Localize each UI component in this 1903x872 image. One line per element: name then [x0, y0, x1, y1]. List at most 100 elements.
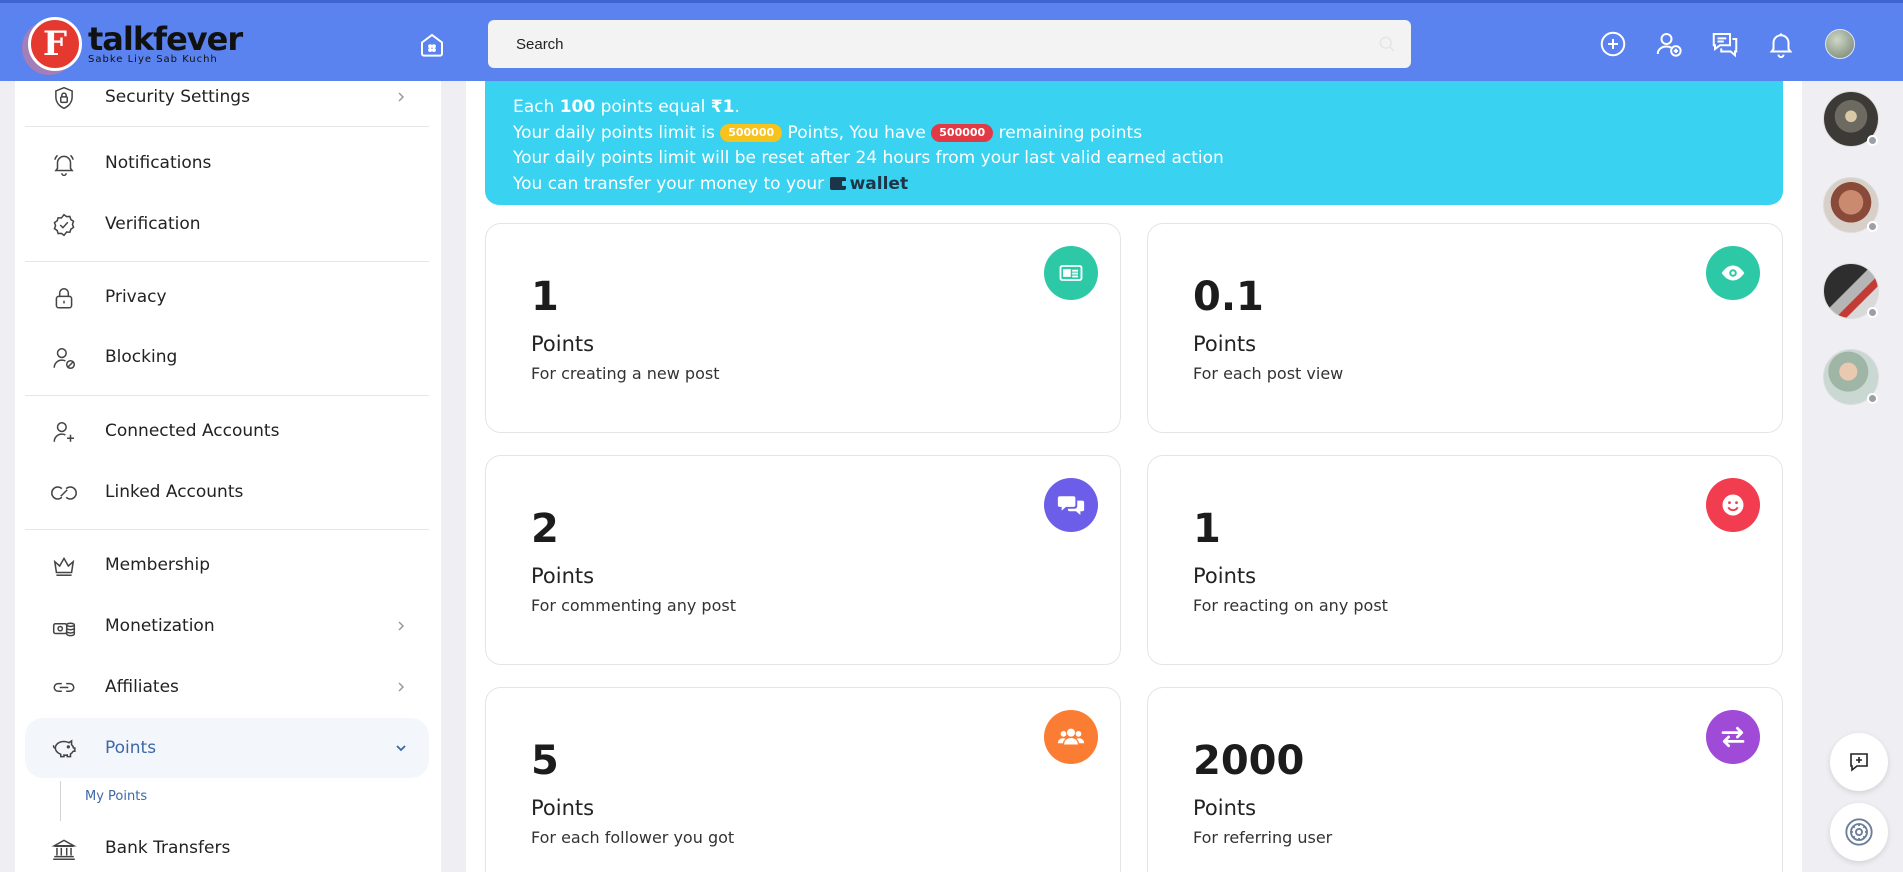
- site-logo[interactable]: F talkfever Sabke Liye Sab Kuchh: [28, 17, 243, 71]
- points-description: For creating a new post: [531, 364, 720, 383]
- home-icon: [421, 33, 443, 57]
- shield-lock-icon: [55, 86, 73, 110]
- points-info-banner: Each 100 points equal ₹1. Your daily poi…: [485, 81, 1783, 205]
- banner-line-transfer: You can transfer your money to your wall…: [513, 173, 909, 194]
- wallet-icon: [829, 176, 848, 190]
- sidebar-item-verification[interactable]: Verification: [25, 198, 429, 250]
- sidebar-item-label: Connected Accounts: [105, 421, 280, 441]
- points-description: For referring user: [1193, 828, 1333, 847]
- offline-status-dot: [1867, 307, 1878, 318]
- points-card-reacting: 1 Points For reacting on any post: [1147, 455, 1783, 665]
- points-unit: Points: [531, 332, 595, 356]
- points-value: 0.1: [1193, 274, 1264, 320]
- users-icon: [1044, 710, 1098, 764]
- points-value: 5: [531, 738, 559, 784]
- avatar[interactable]: [1825, 29, 1855, 59]
- settings-sidebar: Security Settings Notifications Verifica…: [15, 81, 441, 872]
- points-value: 1: [1193, 506, 1221, 552]
- bank-icon: [51, 839, 77, 861]
- sidebar-item-connected-accounts[interactable]: Connected Accounts: [25, 405, 429, 457]
- sidebar-item-blocking[interactable]: Blocking: [25, 331, 429, 383]
- settings-gear-icon: [1845, 818, 1873, 846]
- sidebar-item-privacy[interactable]: Privacy: [25, 271, 429, 323]
- sidebar-item-affiliates[interactable]: Affiliates: [25, 661, 429, 713]
- bell-icon: [54, 154, 74, 177]
- home-button[interactable]: [416, 29, 448, 61]
- sidebar-item-label: Privacy: [105, 287, 167, 307]
- messages-button[interactable]: [1708, 27, 1742, 61]
- newspaper-icon: [1044, 246, 1098, 300]
- points-card-new-post: 1 Points For creating a new post: [485, 223, 1121, 433]
- sidebar-item-monetization[interactable]: Monetization: [25, 600, 429, 652]
- logo-name: talkfever: [88, 20, 243, 58]
- points-value: 1: [531, 274, 559, 320]
- link-icon: [51, 486, 77, 500]
- offline-status-dot: [1867, 221, 1878, 232]
- settings-button[interactable]: [1830, 803, 1888, 861]
- wallet-link[interactable]: wallet: [829, 174, 908, 194]
- chevron-right-icon: [398, 92, 405, 102]
- money-icon: [52, 622, 76, 637]
- sidebar-item-bank-transfers[interactable]: Bank Transfers: [25, 822, 429, 872]
- banner-line-reset: Your daily points limit will be reset af…: [513, 148, 1224, 168]
- search-icon[interactable]: [1377, 34, 1397, 54]
- friend-requests-button[interactable]: [1652, 27, 1686, 61]
- offline-status-dot: [1867, 135, 1878, 146]
- affiliate-link-icon: [53, 682, 75, 693]
- add-user-icon: [1656, 33, 1682, 57]
- sidebar-subitem-my-points[interactable]: My Points: [85, 789, 147, 804]
- divider: [25, 395, 429, 396]
- online-users-rail: [1803, 81, 1903, 872]
- points-card-commenting: 2 Points For commenting any post: [485, 455, 1121, 665]
- points-unit: Points: [1193, 796, 1257, 820]
- sidebar-item-label: Membership: [105, 555, 211, 575]
- sidebar-item-points[interactable]: Points: [25, 718, 429, 778]
- sidebar-item-label: Points: [105, 738, 157, 758]
- sidebar-item-label: Linked Accounts: [105, 482, 244, 502]
- create-button[interactable]: [1596, 27, 1630, 61]
- sidebar-item-label: Blocking: [105, 347, 178, 367]
- messages-icon: [1712, 33, 1738, 58]
- sidebar-item-label: Security Settings: [105, 87, 250, 107]
- comments-icon: [1044, 478, 1098, 532]
- new-chat-icon: [1850, 753, 1868, 772]
- points-description: For each post view: [1193, 364, 1344, 383]
- sidebar-item-label: Verification: [105, 214, 201, 234]
- chevron-right-icon: [398, 621, 405, 631]
- sidebar-item-linked-accounts[interactable]: Linked Accounts: [25, 466, 429, 518]
- bell-icon: [1769, 33, 1793, 59]
- divider: [25, 126, 429, 127]
- points-main-panel: Each 100 points equal ₹1. Your daily poi…: [466, 81, 1802, 872]
- crown-icon: [53, 556, 75, 576]
- exchange-icon: [1706, 710, 1760, 764]
- divider: [25, 529, 429, 530]
- offline-status-dot: [1867, 393, 1878, 404]
- lock-icon: [55, 288, 73, 309]
- piggy-bank-icon: [52, 739, 76, 758]
- new-chat-button[interactable]: [1830, 733, 1888, 791]
- points-value: 2: [531, 506, 559, 552]
- user-plus-icon: [53, 422, 74, 442]
- sidebar-item-membership[interactable]: Membership: [25, 539, 429, 591]
- points-card-follower: 5 Points For each follower you got: [485, 687, 1121, 872]
- points-unit: Points: [531, 796, 595, 820]
- notifications-button[interactable]: [1764, 27, 1798, 61]
- smile-icon: [1706, 478, 1760, 532]
- add-circle-icon: [1600, 31, 1626, 57]
- daily-limit-badge: 500000: [720, 123, 783, 142]
- chevron-right-icon: [398, 682, 405, 692]
- sidebar-item-security-settings[interactable]: Security Settings: [25, 71, 429, 123]
- sidebar-item-notifications[interactable]: Notifications: [25, 137, 429, 189]
- points-unit: Points: [1193, 332, 1257, 356]
- sidebar-item-label: Notifications: [105, 153, 212, 173]
- banner-line-daily-limit: Your daily points limit is 500000 Points…: [513, 122, 1143, 143]
- sidebar-item-label: Affiliates: [105, 677, 179, 697]
- points-unit: Points: [531, 564, 595, 588]
- points-description: For reacting on any post: [1193, 596, 1388, 615]
- points-unit: Points: [1193, 564, 1257, 588]
- points-card-post-view: 0.1 Points For each post view: [1147, 223, 1783, 433]
- points-description: For each follower you got: [531, 828, 735, 847]
- points-card-referring: 2000 Points For referring user: [1147, 687, 1783, 872]
- search-input[interactable]: [516, 35, 1366, 53]
- banner-line-points-value: Each 100 points equal ₹1.: [513, 97, 740, 117]
